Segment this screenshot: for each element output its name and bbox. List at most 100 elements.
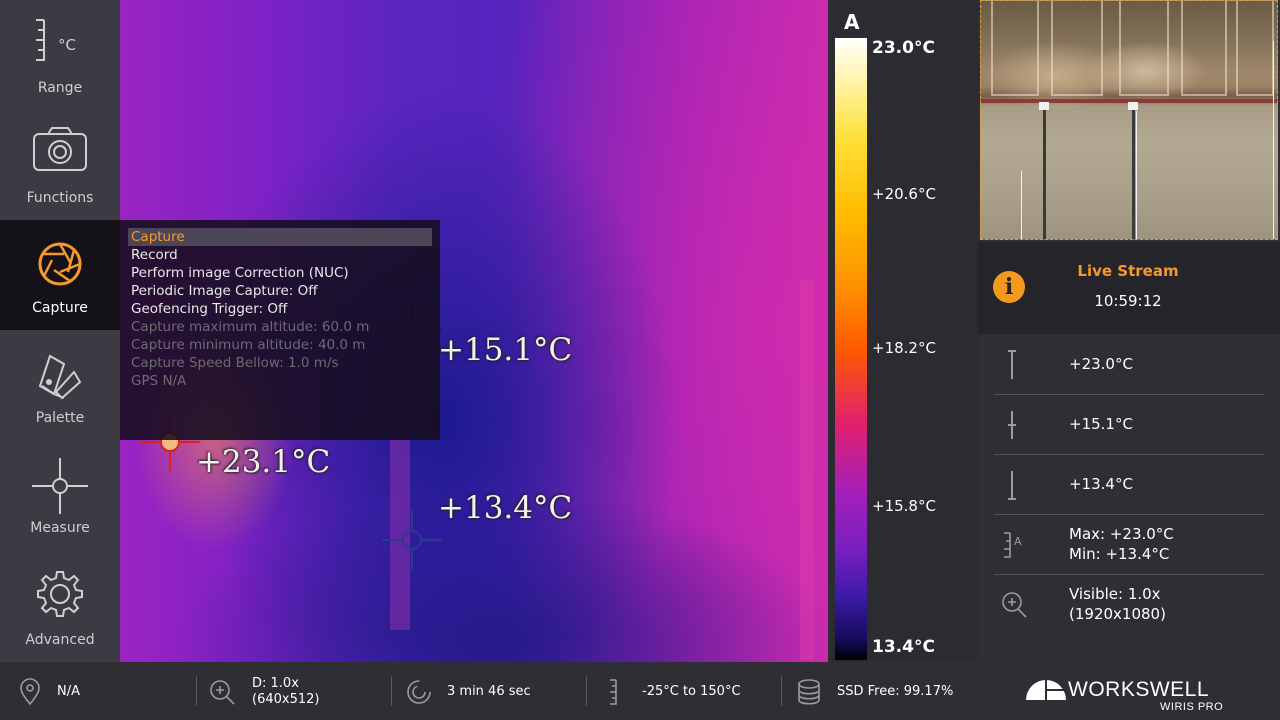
info-icon[interactable]: i [993, 271, 1025, 303]
recording-time-value: 3 min 46 sec [447, 684, 531, 699]
hot-spot-label: +23.1°C [196, 444, 331, 480]
live-rgb-preview[interactable] [980, 0, 1278, 240]
camera-icon [0, 122, 120, 186]
sidebar: °C Range Functions Capture Palette Measu… [0, 0, 120, 662]
scale-mode-letter[interactable]: A [844, 10, 859, 34]
menu-item-capture-speed: Capture Speed Bellow: 1.0 m/s [131, 355, 339, 371]
center-temp-row: +15.1°C [994, 395, 1264, 455]
color-scale-panel: A 23.0°C +20.6°C +18.2°C +15.8°C 13.4°C [828, 0, 978, 662]
min-range-value: Min: +13.4°C [1069, 545, 1170, 563]
range-scale-icon [600, 678, 628, 706]
workswell-logo: WORKSWELL WIRIS PRO [1024, 670, 1264, 714]
temp-range-value: -25°C to 150°C [642, 684, 741, 699]
sensor-cable [1273, 41, 1274, 239]
digital-zoom-status[interactable]: D: 1.0x (640x512) [196, 662, 391, 720]
digital-zoom-value: D: 1.0x [252, 676, 299, 691]
brand-product: WIRIS PRO [1160, 701, 1224, 713]
cold-spot-label: +13.4°C [438, 490, 573, 526]
max-temp-row: +23.0°C [994, 335, 1264, 395]
sensor-head [1128, 102, 1138, 110]
center-temp-value: +15.1°C [1069, 415, 1133, 433]
cold-spot-marker [382, 510, 442, 574]
color-scale-bar [835, 38, 867, 660]
svg-text:°C: °C [58, 36, 76, 54]
brand-name: WORKSWELL [1068, 678, 1210, 701]
ssd-free-value: SSD Free: 99.17% [837, 684, 954, 699]
menu-item-capture[interactable]: Capture [128, 228, 432, 246]
auto-range-icon: A [1000, 529, 1030, 561]
live-stream-info: i Live Stream 10:59:12 [978, 242, 1280, 334]
menu-item-gps: GPS N/A [131, 373, 187, 389]
app-window: °C Range Functions Capture Palette Measu… [0, 0, 1280, 720]
menu-item-record[interactable]: Record [128, 246, 432, 264]
scale-label: +15.8°C [872, 497, 936, 515]
sensor-pole [1132, 105, 1135, 239]
menu-item-nuc[interactable]: Perform image Correction (NUC) [128, 264, 432, 282]
palette-swatch-icon [0, 342, 120, 406]
scale-min-label: 13.4°C [872, 637, 935, 657]
gps-status: N/A [0, 662, 196, 720]
sensor-head [1039, 102, 1049, 110]
wall-fresco-frame [991, 1, 1039, 96]
menu-item-periodic-capture[interactable]: Periodic Image Capture: Off [128, 282, 432, 300]
sidebar-item-functions[interactable]: Functions [0, 110, 120, 220]
min-temp-value: +13.4°C [1069, 475, 1133, 493]
sidebar-item-range[interactable]: °C Range [0, 0, 120, 110]
sidebar-item-advanced[interactable]: Advanced [0, 552, 120, 662]
aperture-icon [0, 232, 120, 296]
zoom-in-icon [208, 678, 236, 706]
location-pin-icon [16, 678, 44, 706]
sensor-pole [1043, 105, 1046, 239]
max-range-value: Max: +23.0°C [1069, 525, 1174, 543]
wall-fresco-frame [1181, 1, 1227, 96]
sidebar-item-capture[interactable]: Capture [0, 220, 120, 330]
capture-menu: Capture Record Perform image Correction … [120, 220, 440, 440]
wall-fresco-frame [1236, 1, 1274, 96]
crosshair-icon [0, 452, 120, 516]
range-scale-celsius-icon: °C [0, 12, 120, 76]
sensor-cable [1136, 111, 1137, 239]
status-bar: N/A D: 1.0x (640x512) 3 min 46 sec -25°C… [0, 662, 978, 720]
workswell-logo-icon [1026, 680, 1066, 700]
max-temp-icon [1000, 349, 1030, 381]
database-icon [795, 678, 823, 706]
storage-status: SSD Free: 99.17% [781, 662, 978, 720]
recording-time-status: 3 min 46 sec [391, 662, 586, 720]
visible-zoom-row: Visible: 1.0x (1920x1080) [994, 575, 1264, 635]
sidebar-item-label: Measure [30, 520, 90, 536]
zoom-icon [1000, 589, 1030, 621]
min-temp-row: +13.4°C [994, 455, 1264, 515]
sidebar-item-palette[interactable]: Palette [0, 330, 120, 440]
live-stream-time: 10:59:12 [1094, 292, 1162, 310]
min-temp-icon [1000, 469, 1030, 501]
timer-icon [405, 678, 433, 706]
center-temp-icon [1000, 409, 1030, 441]
menu-item-min-altitude: Capture minimum altitude: 40.0 m [131, 337, 366, 353]
live-stream-title: Live Stream [1077, 262, 1179, 280]
menu-item-geofencing[interactable]: Geofencing Trigger: Off [128, 300, 432, 318]
scale-max-label: 23.0°C [872, 38, 935, 58]
thermal-resolution-value: (640x512) [252, 692, 320, 707]
sidebar-item-label: Capture [32, 300, 88, 316]
visible-zoom-value: Visible: 1.0x [1069, 585, 1161, 603]
sidebar-item-label: Palette [35, 410, 85, 426]
sidebar-item-label: Range [37, 80, 83, 96]
menu-item-max-altitude: Capture maximum altitude: 60.0 m [131, 319, 370, 335]
gear-icon [0, 564, 120, 628]
sensor-cable [1021, 171, 1022, 239]
gps-value: N/A [57, 684, 80, 699]
wall-fresco-frame [1051, 1, 1103, 96]
thermal-object [800, 280, 814, 660]
center-spot-label: +15.1°C [438, 332, 573, 368]
auto-range-row: A Max: +23.0°C Min: +13.4°C [994, 515, 1264, 575]
scale-label: +20.6°C [872, 185, 936, 203]
sidebar-item-measure[interactable]: Measure [0, 440, 120, 550]
right-panel: i Live Stream 10:59:12 +23.0°C +15.1°C +… [978, 0, 1280, 720]
sidebar-item-label: Advanced [25, 632, 95, 648]
sidebar-item-label: Functions [26, 190, 94, 206]
svg-text:A: A [1014, 535, 1022, 548]
wall-fresco-frame [1119, 1, 1169, 96]
visible-resolution-value: (1920x1080) [1069, 605, 1166, 623]
temp-range-status: -25°C to 150°C [586, 662, 781, 720]
max-temp-value: +23.0°C [1069, 355, 1133, 373]
